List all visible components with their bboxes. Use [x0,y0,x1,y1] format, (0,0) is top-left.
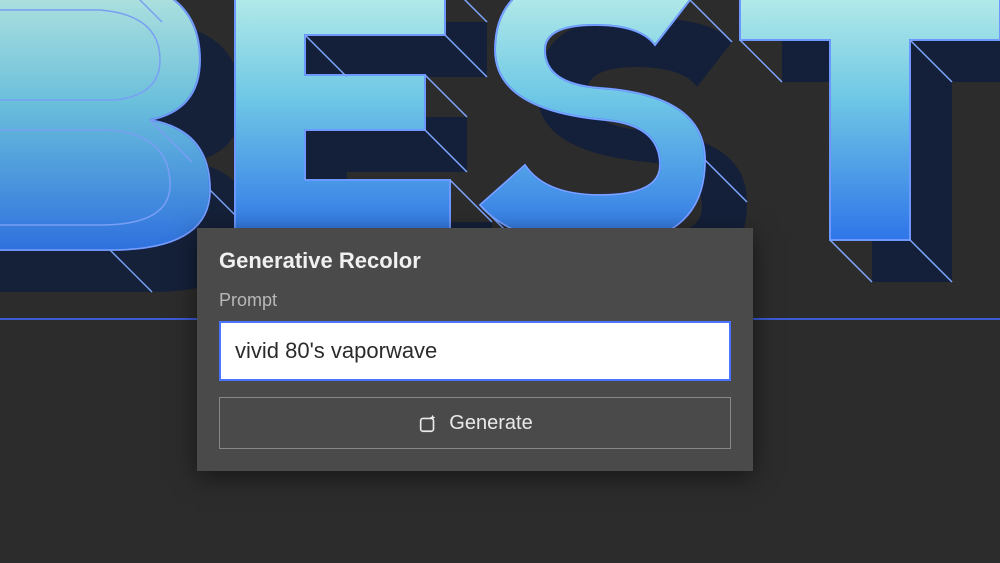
prompt-input[interactable] [219,321,731,381]
generative-recolor-panel: Generative Recolor Prompt Generate [197,228,753,471]
prompt-label: Prompt [219,290,731,311]
panel-title: Generative Recolor [219,248,731,274]
generate-button-label: Generate [449,412,532,435]
generate-button[interactable]: Generate [219,397,731,449]
sparkle-icon [417,412,439,434]
